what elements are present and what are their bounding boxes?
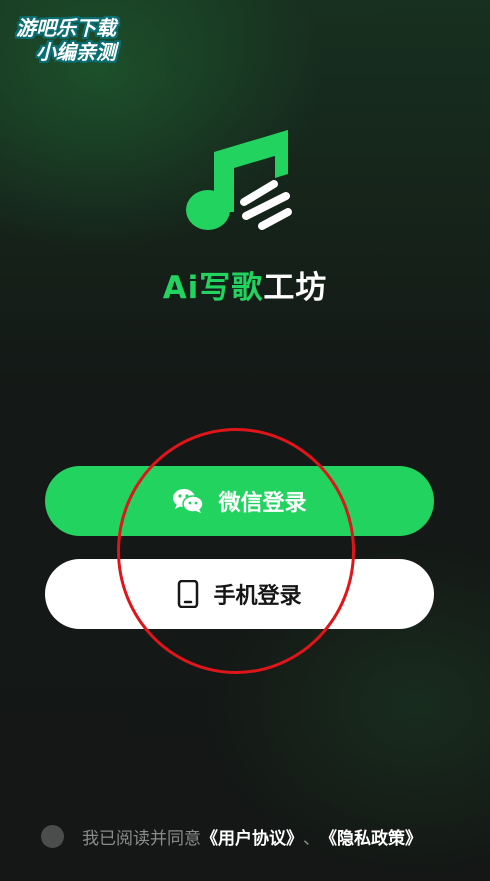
privacy-policy-link[interactable]: 《隐私政策》 [320, 824, 422, 849]
app-title-prefix: Ai写歌 [162, 270, 264, 306]
user-agreement-link[interactable]: 《用户协议》 [201, 824, 303, 849]
music-note-logo-icon [186, 130, 292, 230]
agreement-row: 我已阅读并同意 《用户协议》 、 《隐私政策》 [41, 823, 422, 849]
app-title-suffix: 工坊 [263, 270, 328, 306]
annotation-circle [117, 428, 355, 674]
app-title: Ai写歌工坊 [0, 262, 490, 307]
agreement-separator: 、 [303, 828, 320, 849]
agreement-checkbox[interactable] [41, 824, 64, 848]
watermark-line2: 小编亲测 [36, 40, 116, 64]
watermark: 游吧乐下载 小编亲测 [10, 10, 148, 64]
agreement-prefix: 我已阅读并同意 [82, 828, 201, 849]
